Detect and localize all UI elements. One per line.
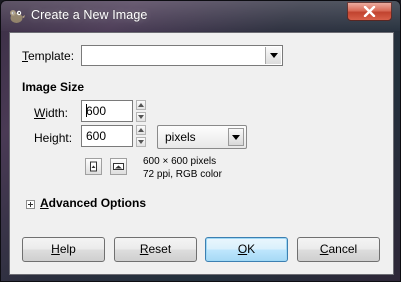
gimp-wilber-icon [10, 10, 25, 23]
height-increment[interactable] [136, 125, 146, 135]
arrow-up-icon [138, 128, 144, 132]
height-stepper[interactable] [136, 125, 146, 147]
landscape-orientation-icon [113, 163, 124, 170]
height-input[interactable]: 600 [81, 125, 133, 147]
cancel-button[interactable]: Cancel [297, 237, 380, 262]
units-value: pixels [165, 130, 196, 144]
portrait-button[interactable] [85, 158, 102, 175]
width-increment[interactable] [136, 100, 146, 110]
ok-button[interactable]: OK [205, 237, 288, 262]
window-title: Create a New Image [31, 8, 148, 22]
reset-button[interactable]: Reset [114, 237, 197, 262]
chevron-down-icon [232, 135, 240, 140]
template-dropdown-button[interactable] [265, 47, 281, 64]
image-dimensions-text: 600 × 600 pixels [143, 156, 217, 167]
image-resolution-text: 72 ppi, RGB color [143, 169, 222, 180]
width-label: Width: [34, 106, 69, 120]
chevron-down-icon [270, 53, 278, 58]
width-decrement[interactable] [136, 112, 146, 122]
dialog-content: Template: Image Size Width: 600 Height: … [9, 32, 394, 275]
width-input[interactable]: 600 [81, 100, 133, 122]
width-value: 600 [86, 104, 107, 118]
close-button[interactable] [347, 2, 392, 21]
width-stepper[interactable] [136, 100, 146, 122]
image-size-heading: Image Size [22, 80, 85, 94]
units-dropdown-button[interactable] [228, 128, 244, 146]
portrait-orientation-icon [90, 161, 97, 172]
height-label: Height: [34, 131, 73, 145]
advanced-options-toggle[interactable]: Advanced Options [40, 196, 146, 210]
template-label-rest: emplate: [28, 49, 75, 63]
close-icon [363, 6, 376, 17]
title-bar[interactable]: Create a New Image [1, 1, 400, 33]
height-value: 600 [86, 129, 107, 143]
arrow-down-icon [138, 140, 144, 144]
expand-plus-icon[interactable] [26, 200, 35, 209]
template-combo[interactable] [81, 45, 283, 66]
template-label: Template: [22, 49, 75, 63]
arrow-up-icon [138, 103, 144, 107]
help-button[interactable]: Help [22, 237, 105, 262]
height-decrement[interactable] [136, 137, 146, 147]
dialog-window: Create a New Image Template: Image Size … [0, 0, 401, 282]
landscape-button[interactable] [110, 158, 127, 175]
image-info: 600 × 600 pixels 72 ppi, RGB color [143, 155, 222, 181]
arrow-down-icon [138, 115, 144, 119]
units-select[interactable]: pixels [157, 125, 247, 149]
